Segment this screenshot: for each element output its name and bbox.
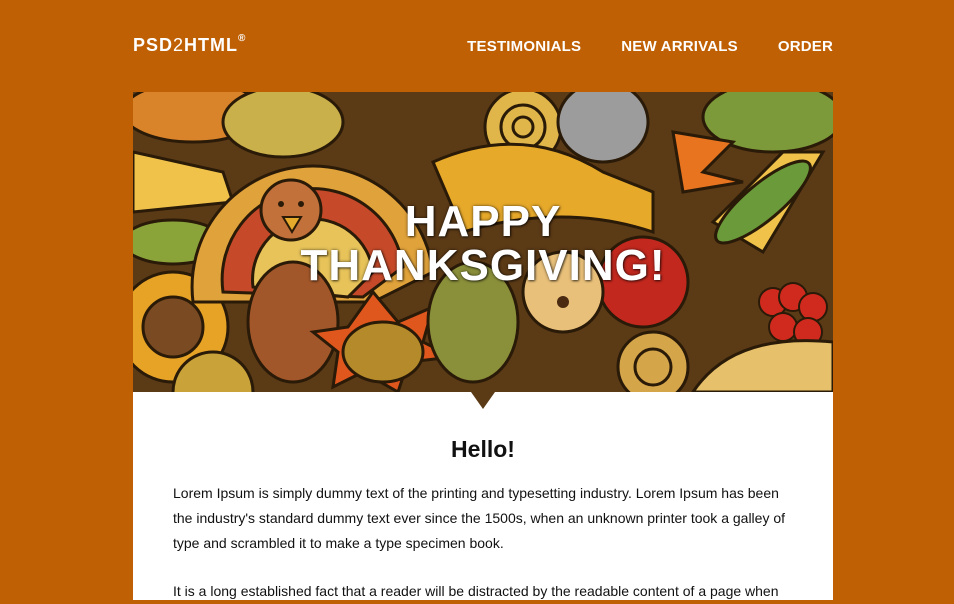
logo-text-two: 2 — [173, 35, 185, 55]
body-paragraph-2: It is a long established fact that a rea… — [173, 583, 779, 599]
registered-mark: ® — [238, 33, 247, 44]
body-paragraph-1: Lorem Ipsum is simply dummy text of the … — [173, 485, 786, 551]
banner-pointer-arrow — [471, 392, 495, 409]
hero-title: HAPPY THANKSGIVING! — [133, 200, 833, 288]
logo-text-psd: PSD — [133, 35, 174, 55]
nav-link-new-arrivals[interactable]: NEW ARRIVALS — [621, 38, 738, 55]
hero-title-line1: HAPPY — [404, 197, 562, 246]
top-bar: PSD2HTML® TESTIMONIALS NEW ARRIVALS ORDE… — [133, 0, 833, 92]
main-nav: TESTIMONIALS NEW ARRIVALS ORDER — [467, 38, 833, 55]
greeting-heading: Hello! — [451, 436, 515, 462]
logo-text-html: HTML — [184, 35, 239, 55]
hero-banner: HAPPY THANKSGIVING! — [133, 92, 833, 392]
nav-link-testimonials[interactable]: TESTIMONIALS — [467, 38, 581, 55]
message-panel: Hello! Lorem Ipsum is simply dummy text … — [133, 392, 833, 600]
hero-title-line2: THANKSGIVING! — [300, 241, 666, 290]
site-logo[interactable]: PSD2HTML® — [133, 33, 247, 56]
nav-link-order[interactable]: ORDER — [778, 38, 833, 55]
